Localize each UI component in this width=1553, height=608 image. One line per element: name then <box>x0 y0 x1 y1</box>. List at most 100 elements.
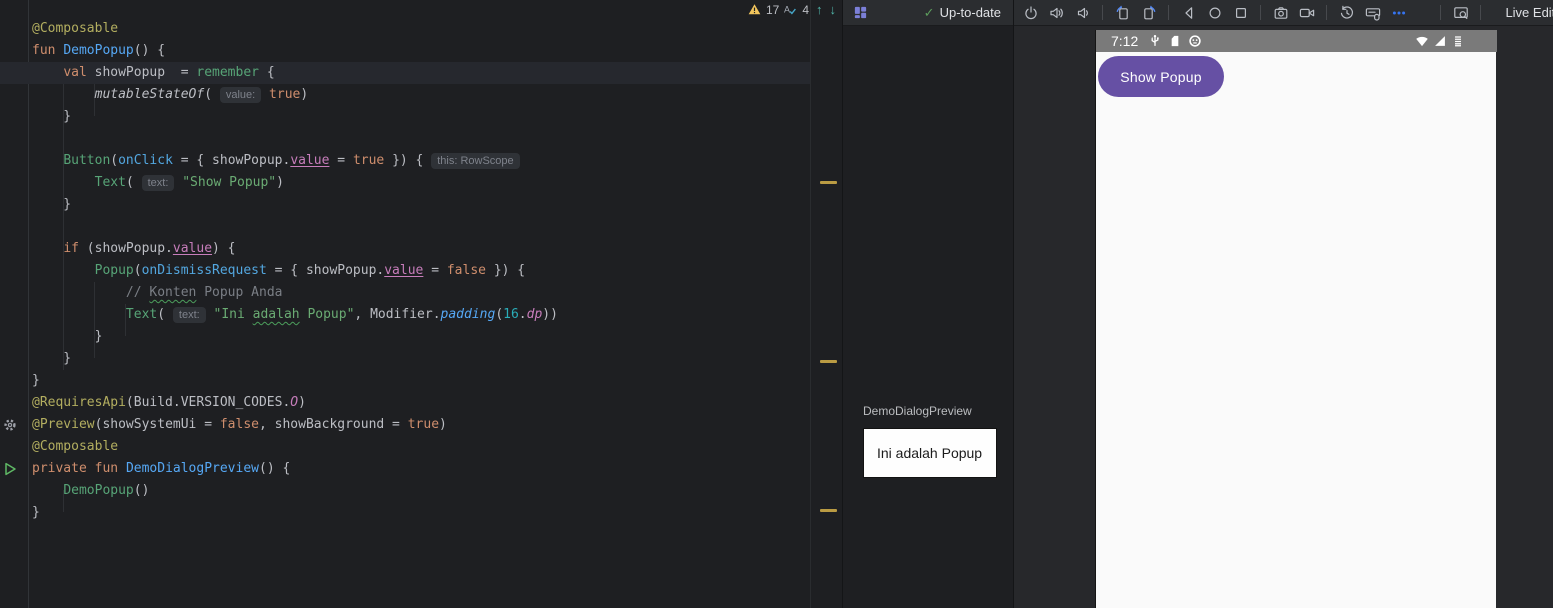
code-line[interactable]: } <box>0 348 842 370</box>
code-token: , showBackground = <box>259 417 408 432</box>
code-line[interactable] <box>0 128 842 150</box>
code-line[interactable]: @Composable <box>0 436 842 458</box>
code-line[interactable]: } <box>0 326 842 348</box>
compose-preview-panel[interactable]: ✓ Up-to-date DemoDialogPreview Ini adala… <box>843 0 1013 608</box>
code-token: DemoPopup <box>63 483 133 498</box>
toolbar-separator <box>1102 5 1103 20</box>
display-search-icon[interactable] <box>1452 4 1469 21</box>
back-icon[interactable] <box>1180 4 1197 21</box>
code-token <box>32 483 63 498</box>
code-lines[interactable]: @Composablefun DemoPopup() { val showPop… <box>0 18 842 524</box>
code-token <box>32 285 126 300</box>
code-token: { <box>259 65 275 80</box>
code-line[interactable]: @Composable <box>0 18 842 40</box>
more-icon[interactable] <box>1390 4 1407 21</box>
code-token: false <box>447 263 486 278</box>
volume-up-icon[interactable] <box>1048 4 1065 21</box>
code-line[interactable]: @Preview(showSystemUi = false, showBackg… <box>0 414 842 436</box>
inlay-hint: this: RowScope <box>431 153 519 169</box>
code-token: value <box>384 263 423 278</box>
code-line[interactable]: mutableStateOf( value: true) <box>0 84 842 106</box>
overview-icon[interactable] <box>1232 4 1249 21</box>
snapshot-icon[interactable] <box>1338 4 1355 21</box>
preview-composable-name[interactable]: DemoDialogPreview <box>863 404 972 418</box>
running-devices-panel: Live Edit disabled 7:12 Show Popup <box>1014 0 1553 608</box>
code-token: Text <box>126 307 157 322</box>
live-edit-text: Live Edit disabled <box>1505 5 1553 20</box>
code-line[interactable]: private fun DemoDialogPreview() { <box>0 458 842 480</box>
code-token: } <box>32 505 40 520</box>
android-studio-window: @Composablefun DemoPopup() { val showPop… <box>0 0 1553 608</box>
code-token: } <box>32 373 40 388</box>
code-line[interactable]: Popup(onDismissRequest = { showPopup.val… <box>0 260 842 282</box>
code-token: (Build.VERSION_CODES. <box>126 395 290 410</box>
home-icon[interactable] <box>1206 4 1223 21</box>
power-icon[interactable] <box>1022 4 1039 21</box>
code-token <box>118 461 126 476</box>
code-line[interactable]: } <box>0 106 842 128</box>
code-token: val <box>63 65 86 80</box>
volume-down-icon[interactable] <box>1074 4 1091 21</box>
code-token <box>32 87 95 102</box>
code-token <box>32 175 95 190</box>
code-line[interactable]: // Konten Popup Anda <box>0 282 842 304</box>
code-token <box>32 153 63 168</box>
code-token: DemoDialogPreview <box>126 461 259 476</box>
code-token: () { <box>134 43 165 58</box>
code-token: dp <box>527 307 543 322</box>
code-token: ) <box>439 417 447 432</box>
preview-layout-icon[interactable] <box>853 5 868 20</box>
code-token: (showSystemUi = <box>95 417 220 432</box>
battery-icon <box>1451 34 1465 48</box>
code-token: showPopup = <box>87 65 197 80</box>
toolbar-separator <box>1440 5 1441 20</box>
inspections-widget[interactable]: 17 A 4 ↑ ↓ <box>748 2 836 17</box>
warning-stripe-mark[interactable] <box>820 181 837 184</box>
next-problem-icon[interactable]: ↑ <box>816 3 823 16</box>
show-popup-button[interactable]: Show Popup <box>1098 56 1224 97</box>
live-edit-status[interactable]: Live Edit disabled <box>1499 5 1553 20</box>
code-line[interactable]: Button(onClick = { showPopup.value = tru… <box>0 150 842 172</box>
preview-settings-icon[interactable] <box>2 417 18 433</box>
screen-record-icon[interactable] <box>1298 4 1315 21</box>
code-line[interactable]: Text( text: "Ini adalah Popup", Modifier… <box>0 304 842 326</box>
code-line[interactable]: @RequiresApi(Build.VERSION_CODES.O) <box>0 392 842 414</box>
code-token: } <box>32 351 71 366</box>
code-line[interactable]: } <box>0 502 842 524</box>
code-token: )) <box>542 307 558 322</box>
code-line[interactable]: if (showPopup.value) { <box>0 238 842 260</box>
warning-stripe-mark[interactable] <box>820 509 837 512</box>
toolbar-separator <box>1326 5 1327 20</box>
code-line[interactable] <box>0 216 842 238</box>
code-token: DemoPopup <box>63 43 133 58</box>
inlay-hint: value: <box>220 87 261 103</box>
hardware-input-icon[interactable] <box>1364 4 1381 21</box>
device-screen[interactable]: 7:12 Show Popup <box>1095 30 1496 608</box>
code-line[interactable]: val showPopup = remember { <box>0 62 810 84</box>
rotate-right-icon[interactable] <box>1140 4 1157 21</box>
code-token: ) { <box>212 241 235 256</box>
code-line[interactable]: fun DemoPopup() { <box>0 40 842 62</box>
warning-stripe-mark[interactable] <box>820 360 837 363</box>
rotate-left-icon[interactable] <box>1114 4 1131 21</box>
code-token: ( <box>204 87 220 102</box>
prev-problem-icon[interactable]: ↓ <box>830 3 837 16</box>
code-line[interactable]: } <box>0 370 842 392</box>
code-token: Konten <box>149 285 196 300</box>
code-line[interactable]: DemoPopup() <box>0 480 842 502</box>
code-line[interactable]: Text( text: "Show Popup") <box>0 172 842 194</box>
device-toolbar-icons <box>1022 4 1469 21</box>
code-token: remember <box>196 65 259 80</box>
code-editor[interactable]: @Composablefun DemoPopup() { val showPop… <box>0 0 842 608</box>
code-token: ( <box>134 263 142 278</box>
code-token: value <box>290 153 329 168</box>
run-preview-icon[interactable] <box>2 461 18 477</box>
code-token: true <box>353 153 384 168</box>
warning-count: 17 <box>766 3 779 17</box>
screenshot-icon[interactable] <box>1272 4 1289 21</box>
code-line[interactable]: } <box>0 194 842 216</box>
code-token: } <box>32 109 71 124</box>
code-token: 16 <box>503 307 519 322</box>
code-token <box>261 87 269 102</box>
preview-status: ✓ Up-to-date <box>924 5 1001 21</box>
